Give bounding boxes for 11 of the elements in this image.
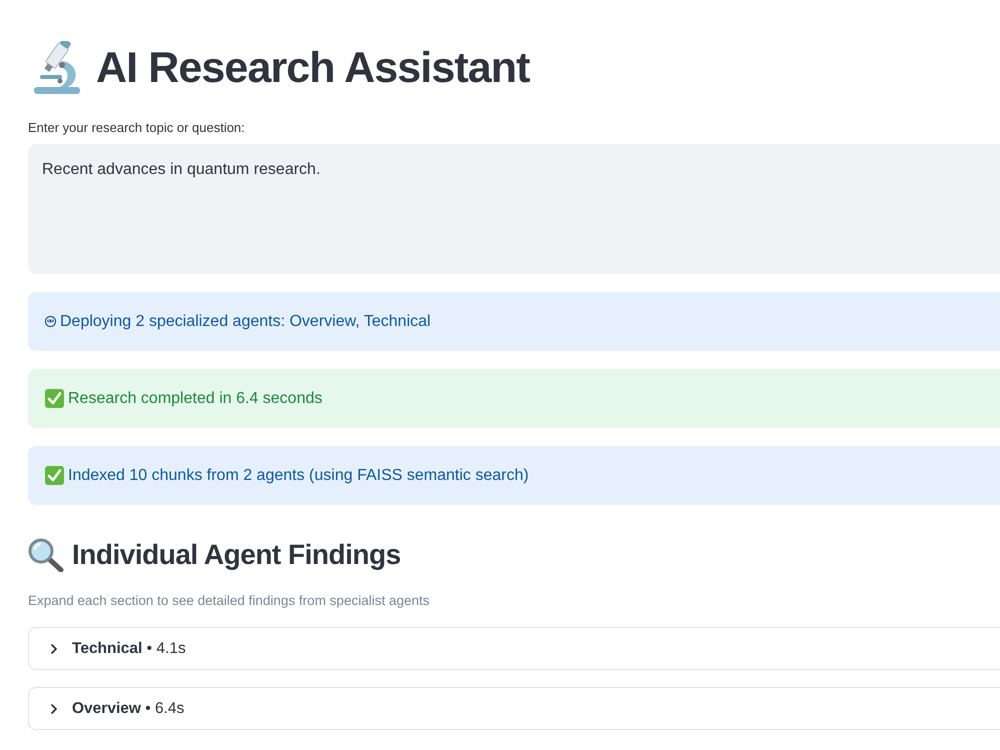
section-heading: Individual Agent Findings bbox=[72, 539, 401, 571]
search-icon bbox=[28, 538, 64, 572]
query-field[interactable]: Recent advances in quantum research. bbox=[28, 144, 1000, 274]
page-title: AI Research Assistant bbox=[96, 44, 530, 92]
alert-text: Research completed in 6.4 seconds bbox=[68, 390, 322, 408]
alert-text: Indexed 10 chunks from 2 agents (using FAISS semantic search) bbox=[68, 466, 529, 484]
agent-expander[interactable]: Technical • 4.1s bbox=[28, 627, 1000, 670]
field-label: Enter your research topic or question: bbox=[28, 120, 246, 136]
section-caption: Expand each section to see detailed findings from specialist agents bbox=[28, 593, 430, 609]
alert-text: Deploying 2 specialized agents: Overview, Technical bbox=[60, 312, 431, 330]
agent-expander[interactable]: Overview • 6.4s bbox=[28, 687, 1000, 730]
